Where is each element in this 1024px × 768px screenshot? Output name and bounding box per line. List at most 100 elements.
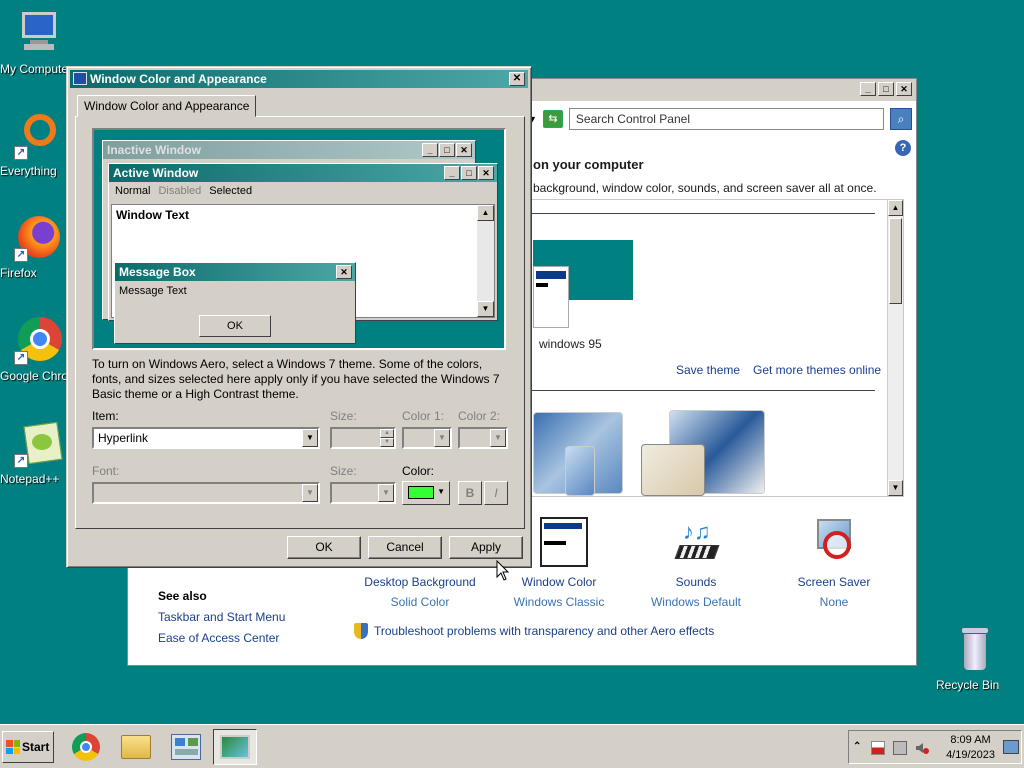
font-size-select[interactable]: ▼ bbox=[330, 482, 396, 504]
font-color-picker[interactable]: ▼ bbox=[402, 481, 450, 505]
clock-date: 4/19/2023 bbox=[946, 749, 995, 761]
window-color-icon bbox=[534, 517, 588, 567]
item-title: Window Color bbox=[521, 575, 597, 589]
apply-button[interactable]: Apply bbox=[449, 536, 523, 559]
sounds-item[interactable]: ♪♫ Sounds Windows Default bbox=[636, 517, 756, 609]
volume-muted-icon[interactable] bbox=[915, 741, 929, 755]
taskbar-personalization[interactable] bbox=[213, 729, 257, 765]
help-icon[interactable]: ? bbox=[895, 140, 911, 156]
font-select[interactable]: ▼ bbox=[92, 482, 320, 504]
search-icon[interactable]: ⌕ bbox=[890, 108, 912, 130]
theme-list: windows 95 Save theme Get more themes on… bbox=[528, 199, 904, 497]
desktop-icon-my-computer[interactable]: My Computer bbox=[0, 10, 76, 76]
scroll-up-icon[interactable]: ▲ bbox=[888, 200, 903, 216]
folder-icon bbox=[121, 735, 151, 759]
taskbar-file-explorer[interactable] bbox=[114, 729, 158, 765]
desktop-icon-firefox[interactable]: ↗ Firefox bbox=[0, 214, 76, 280]
maximize-icon: □ bbox=[439, 143, 455, 157]
item-selected-value: Hyperlink bbox=[98, 431, 149, 445]
taskbar-control-panel[interactable] bbox=[164, 729, 208, 765]
scroll-thumb[interactable] bbox=[889, 218, 902, 304]
computer-icon bbox=[14, 10, 62, 58]
ease-of-access-link[interactable]: Ease of Access Center bbox=[158, 631, 279, 645]
preview-menu-bar: Normal Disabled Selected bbox=[109, 182, 497, 200]
sounds-icon: ♪♫ bbox=[671, 517, 721, 567]
ok-button[interactable]: OK bbox=[287, 536, 361, 559]
show-desktop-button[interactable] bbox=[1003, 740, 1019, 754]
tab-window-color[interactable]: Window Color and Appearance bbox=[77, 95, 257, 117]
desktop-icon-recycle-bin[interactable]: Recycle Bin bbox=[936, 626, 1012, 692]
preview-message-box[interactable]: Message Box ✕ Message Text OK bbox=[114, 262, 356, 344]
scroll-up-icon: ▲ bbox=[477, 205, 494, 221]
taskbar-chrome[interactable] bbox=[64, 729, 108, 765]
network-icon[interactable] bbox=[893, 741, 907, 755]
spin-up-icon: ▲ bbox=[380, 429, 394, 438]
search-input[interactable]: Search Control Panel bbox=[568, 108, 884, 130]
active-window-title: Active Window bbox=[113, 166, 199, 180]
preview-scrollbar[interactable]: ▲ ▼ bbox=[477, 205, 494, 317]
close-button[interactable]: ✕ bbox=[509, 72, 525, 86]
bold-toggle[interactable]: B bbox=[458, 481, 482, 505]
chevron-down-icon: ▼ bbox=[378, 484, 394, 502]
theme-name[interactable]: windows 95 bbox=[539, 337, 602, 351]
item-title: Desktop Background bbox=[364, 575, 476, 589]
taskbar-start-menu-link[interactable]: Taskbar and Start Menu bbox=[158, 610, 285, 624]
close-button[interactable]: ✕ bbox=[896, 82, 912, 96]
show-hidden-icons-icon[interactable]: ⌃ bbox=[853, 741, 861, 752]
page-subtitle: background, window color, sounds, and sc… bbox=[533, 181, 877, 195]
desktop-icon-everything[interactable]: ↗ Everything bbox=[0, 112, 76, 178]
maximize-button[interactable]: □ bbox=[878, 82, 894, 96]
color1-label: Color 1: bbox=[402, 409, 445, 423]
display-settings-icon bbox=[73, 72, 87, 85]
tab-panel: Inactive Window _ □ ✕ Active Window _ □ … bbox=[75, 116, 525, 529]
everything-icon: ↗ bbox=[14, 112, 62, 160]
item-title: Screen Saver bbox=[797, 575, 871, 589]
item-select[interactable]: Hyperlink ▼ bbox=[92, 427, 320, 449]
action-center-flag-icon[interactable] bbox=[871, 741, 885, 755]
italic-toggle[interactable]: I bbox=[484, 481, 508, 505]
menu-normal[interactable]: Normal bbox=[111, 184, 154, 198]
theme-thumbnail-selected[interactable] bbox=[641, 444, 705, 496]
font-size-label: Size: bbox=[330, 464, 357, 478]
chrome-icon bbox=[72, 733, 100, 761]
color-label: Color: bbox=[402, 464, 435, 478]
start-label: Start bbox=[22, 740, 50, 754]
scroll-down-icon: ▼ bbox=[477, 301, 494, 317]
minimize-button[interactable]: _ bbox=[860, 82, 876, 96]
size-stepper[interactable]: ▲ ▼ bbox=[330, 427, 396, 449]
color-swatch bbox=[408, 486, 434, 499]
clock[interactable]: 8:09 AM 4/19/2023 bbox=[946, 733, 995, 763]
taskbar: Start ⌃ 8:09 AM 4/19/2023 bbox=[0, 724, 1024, 768]
desktop-icon-chrome[interactable]: ↗ Google Chrome bbox=[0, 317, 85, 383]
message-box-ok-button[interactable]: OK bbox=[199, 315, 271, 337]
troubleshoot-link[interactable]: Troubleshoot problems with transparency … bbox=[354, 623, 714, 639]
shortcut-arrow-icon: ↗ bbox=[14, 146, 28, 160]
color2-picker[interactable]: ▼ bbox=[458, 427, 508, 449]
get-more-themes-link[interactable]: Get more themes online bbox=[753, 363, 881, 377]
menu-selected[interactable]: Selected bbox=[205, 184, 256, 198]
minimize-icon: _ bbox=[444, 166, 460, 180]
desktop-icon-label: Notepad++ bbox=[0, 472, 60, 486]
shortcut-arrow-icon: ↗ bbox=[14, 454, 28, 468]
desktop-icon-label: Everything bbox=[0, 164, 57, 178]
scroll-down-icon[interactable]: ▼ bbox=[888, 480, 903, 496]
start-button[interactable]: Start bbox=[2, 731, 54, 763]
mouse-cursor-icon bbox=[496, 560, 510, 581]
windows-logo-icon bbox=[6, 740, 20, 754]
screen-saver-item[interactable]: Screen Saver None bbox=[774, 517, 894, 609]
address-bar: ▼ ⇆ Search Control Panel ⌕ bbox=[528, 107, 912, 131]
color1-picker[interactable]: ▼ bbox=[402, 427, 452, 449]
vertical-scrollbar[interactable]: ▲ ▼ bbox=[887, 200, 903, 496]
message-box-title: Message Box bbox=[119, 265, 196, 279]
theme-thumbnail[interactable] bbox=[565, 446, 595, 496]
save-theme-link[interactable]: Save theme bbox=[676, 363, 740, 377]
item-value: Windows Default bbox=[650, 595, 742, 609]
refresh-icon[interactable]: ⇆ bbox=[542, 110, 563, 128]
cancel-button[interactable]: Cancel bbox=[368, 536, 442, 559]
menu-disabled[interactable]: Disabled bbox=[154, 184, 205, 198]
font-label: Font: bbox=[92, 464, 120, 478]
desktop-icon-notepadpp[interactable]: ↗ Notepad++ bbox=[0, 420, 76, 486]
spin-down-icon: ▼ bbox=[380, 438, 394, 447]
color2-label: Color 2: bbox=[458, 409, 501, 423]
clock-time: 8:09 AM bbox=[950, 734, 991, 746]
